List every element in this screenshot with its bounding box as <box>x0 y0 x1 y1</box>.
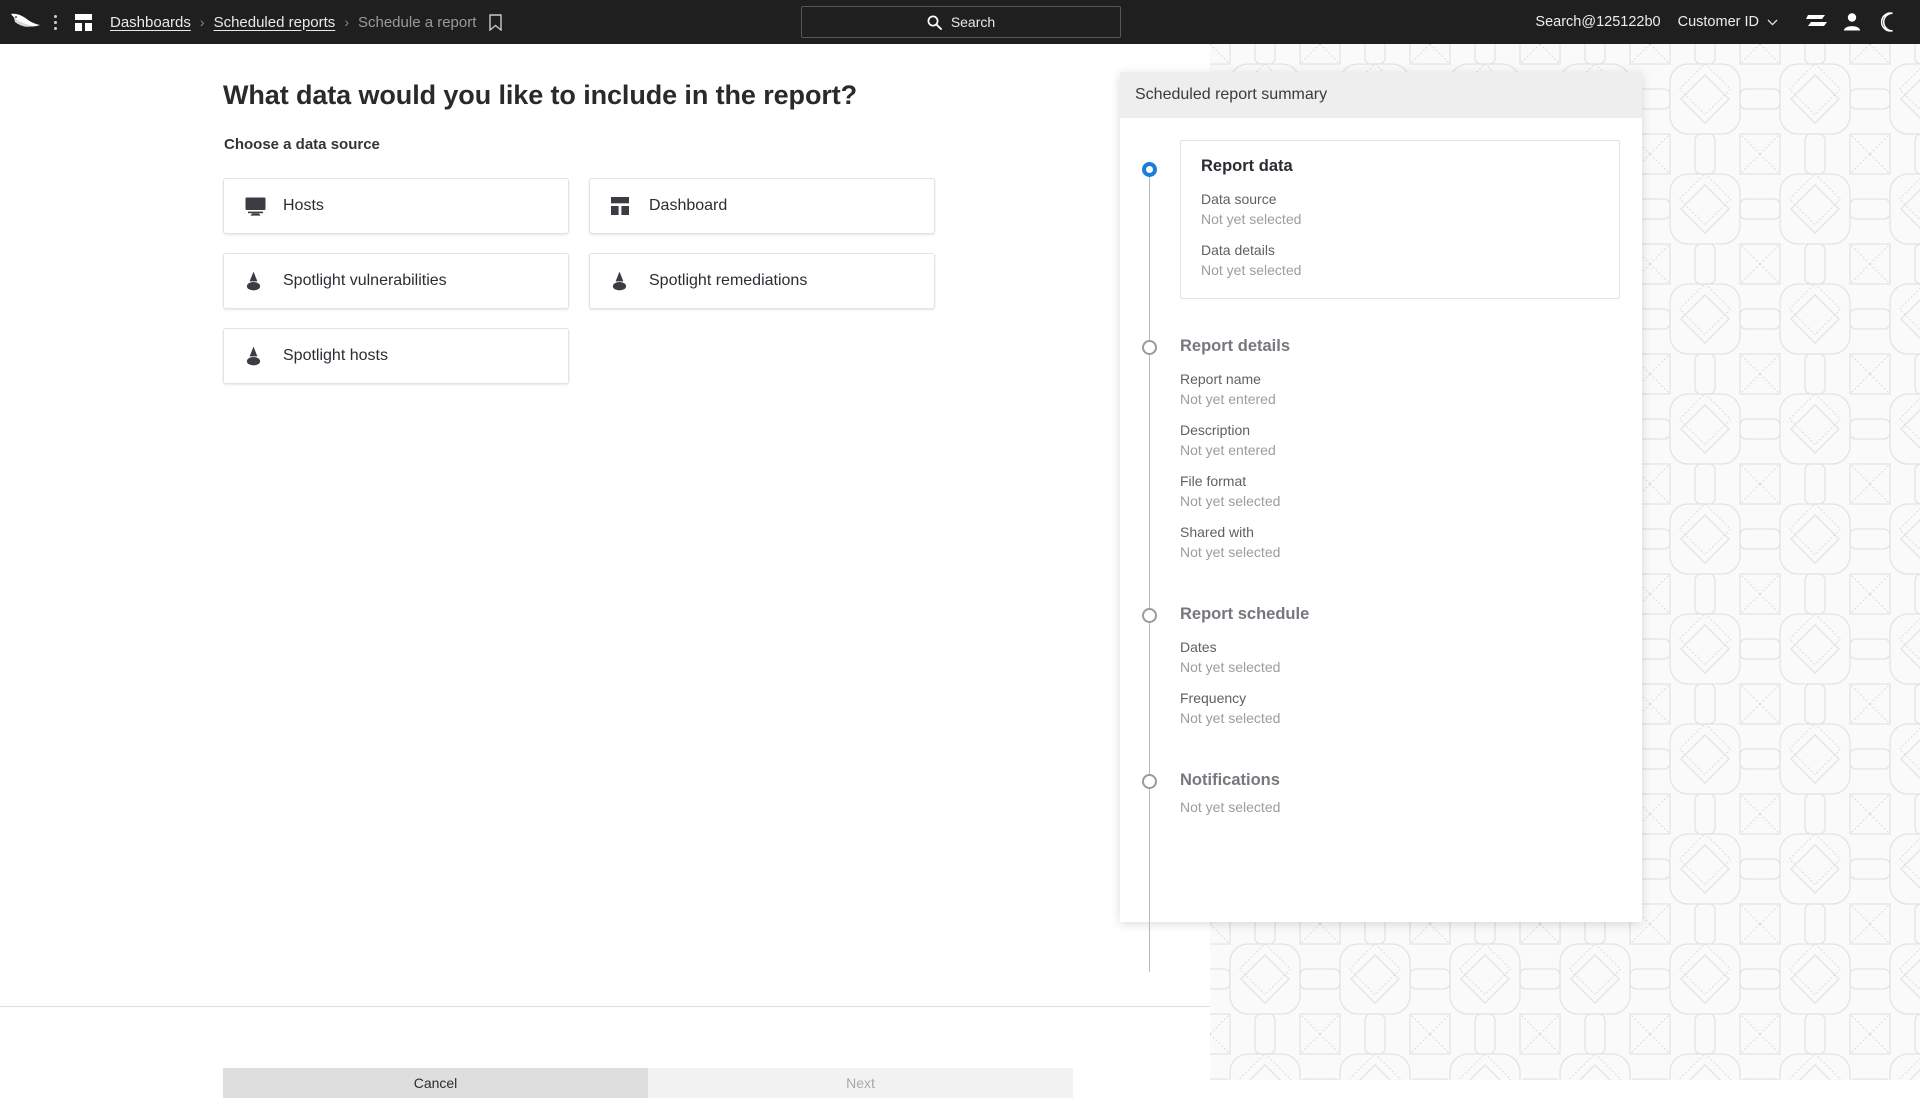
data-source-card-spotlight-hosts[interactable]: Spotlight hosts <box>223 328 569 384</box>
data-source-card-hosts[interactable]: Hosts <box>223 178 569 234</box>
field-value: Not yet selected <box>1180 493 1281 509</box>
data-source-card-dashboard[interactable]: Dashboard <box>589 178 935 234</box>
field-value: Not yet selected <box>1180 799 1281 815</box>
search-input[interactable]: Search <box>801 6 1121 38</box>
field-value: Not yet selected <box>1180 710 1281 726</box>
search-icon <box>927 15 942 30</box>
chevron-down-icon <box>1767 19 1778 26</box>
summary-field: Report name Not yet entered <box>1180 371 1642 407</box>
summary-panel-heading: Scheduled report summary <box>1120 72 1642 118</box>
breadcrumb-item-scheduled-reports[interactable]: Scheduled reports <box>214 14 336 31</box>
bookmark-icon[interactable] <box>489 13 503 31</box>
summary-step-notifications[interactable]: Notifications Not yet selected <box>1120 738 1642 815</box>
summary-field: Dates Not yet selected <box>1180 639 1642 675</box>
summary-field: Data details Not yet selected <box>1201 242 1599 278</box>
spotlight-icon <box>245 346 272 366</box>
field-key: Description <box>1180 422 1251 438</box>
field-value: Not yet selected <box>1201 262 1302 278</box>
apps-grid-icon[interactable] <box>66 7 100 37</box>
top-bar-right-group: Search@125122b0 Customer ID <box>1535 0 1906 44</box>
field-value: Not yet selected <box>1201 211 1302 227</box>
step-title: Report schedule <box>1180 605 1310 623</box>
data-source-card-spotlight-remediations[interactable]: Spotlight remediations <box>589 253 935 309</box>
wizard-footer: Cancel Next <box>223 1068 1073 1098</box>
field-key: Report name <box>1180 371 1261 387</box>
customer-id-label: Customer ID <box>1677 14 1759 30</box>
step-bullet-active-icon <box>1142 162 1157 177</box>
step-title: Report details <box>1180 337 1291 355</box>
breadcrumb: Dashboards › Scheduled reports › Schedul… <box>110 13 503 31</box>
data-source-section-label: Choose a data source <box>224 136 380 153</box>
monitor-icon <box>245 197 272 216</box>
summary-step-list: Report data Data source Not yet selected… <box>1120 140 1642 815</box>
step-bullet-icon <box>1142 608 1157 623</box>
breadcrumb-item-schedule-a-report: Schedule a report <box>357 13 477 31</box>
field-value: Not yet selected <box>1180 659 1281 675</box>
summary-field: Frequency Not yet selected <box>1180 690 1642 726</box>
dashboard-grid-icon <box>611 197 638 215</box>
breadcrumb-separator: › <box>199 14 205 30</box>
step-title: Report data <box>1201 157 1293 175</box>
field-key: Dates <box>1180 639 1217 655</box>
footer-divider <box>0 1006 1210 1007</box>
page-title: What data would you like to include in t… <box>223 80 858 110</box>
summary-field: Description Not yet entered <box>1180 422 1642 458</box>
summary-field: Not yet selected <box>1180 799 1642 815</box>
spotlight-icon <box>245 271 272 291</box>
user-account-label[interactable]: Search@125122b0 <box>1535 14 1660 30</box>
data-source-label: Spotlight vulnerabilities <box>283 272 447 289</box>
step-bullet-icon <box>1142 774 1157 789</box>
summary-step-report-data[interactable]: Report data Data source Not yet selected… <box>1120 140 1642 315</box>
field-key: File format <box>1180 473 1247 489</box>
data-source-card-spotlight-vulnerabilities[interactable]: Spotlight vulnerabilities <box>223 253 569 309</box>
field-key: Frequency <box>1180 690 1247 706</box>
summary-step-report-schedule[interactable]: Report schedule Dates Not yet selected F… <box>1120 572 1642 738</box>
step-bullet-icon <box>1142 340 1157 355</box>
scheduled-report-summary-panel: Scheduled report summary Report data Dat… <box>1120 72 1642 972</box>
data-source-label: Spotlight hosts <box>283 347 388 364</box>
summary-field: File format Not yet selected <box>1180 473 1642 509</box>
spotlight-icon <box>611 271 638 291</box>
step-title: Notifications <box>1180 771 1280 789</box>
dark-mode-moon-icon[interactable] <box>1870 0 1906 44</box>
cancel-button[interactable]: Cancel <box>223 1068 648 1098</box>
data-source-card-grid: Hosts Dashboard Spotlight vulnerabilitie… <box>223 178 935 384</box>
next-button: Next <box>648 1068 1073 1098</box>
customer-id-dropdown[interactable]: Customer ID <box>1678 14 1778 30</box>
kebab-menu-icon[interactable] <box>44 7 66 37</box>
field-key: Shared with <box>1180 524 1254 540</box>
main-content: What data would you like to include in t… <box>0 44 1210 1098</box>
support-lines-icon[interactable] <box>1798 0 1834 44</box>
data-source-label: Spotlight remediations <box>649 272 808 289</box>
field-value: Not yet entered <box>1180 391 1276 407</box>
breadcrumb-item-dashboards[interactable]: Dashboards <box>110 14 191 31</box>
top-bar: Dashboards › Scheduled reports › Schedul… <box>0 0 1920 44</box>
user-account-icon[interactable] <box>1834 0 1870 44</box>
data-source-label: Dashboard <box>649 197 728 214</box>
field-key: Data source <box>1201 191 1277 207</box>
field-key: Data details <box>1201 242 1275 258</box>
summary-field: Data source Not yet selected <box>1201 191 1599 227</box>
search-label: Search <box>950 14 996 30</box>
data-source-label: Hosts <box>283 197 324 214</box>
field-value: Not yet entered <box>1180 442 1276 458</box>
field-value: Not yet selected <box>1180 544 1281 560</box>
breadcrumb-separator: › <box>344 14 349 30</box>
falcon-logo[interactable] <box>8 9 44 35</box>
summary-panel-body: Report data Data source Not yet selected… <box>1120 118 1642 972</box>
summary-step-report-details[interactable]: Report details Report name Not yet enter… <box>1120 315 1642 572</box>
summary-field: Shared with Not yet selected <box>1180 524 1642 560</box>
